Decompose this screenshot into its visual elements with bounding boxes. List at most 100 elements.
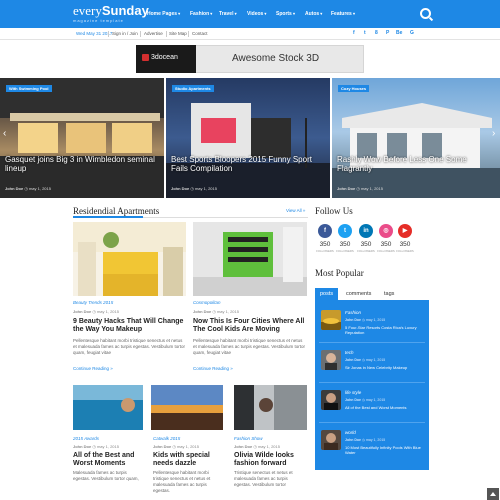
divider bbox=[319, 422, 425, 423]
site-map-link[interactable]: Site Map bbox=[169, 31, 187, 36]
youtube-follow-icon[interactable]: ▶ bbox=[398, 224, 412, 238]
linkedin-follow-icon[interactable]: in bbox=[359, 224, 373, 238]
post-image[interactable] bbox=[73, 385, 143, 430]
post-excerpt: Pellentesque habitant morbi tristique se… bbox=[73, 338, 186, 355]
slider-item-1[interactable] bbox=[0, 78, 164, 198]
google-icon[interactable]: G bbox=[410, 30, 414, 36]
popular-post-category[interactable]: Fashion bbox=[345, 310, 361, 315]
current-date: Wed May 31 2017 bbox=[76, 31, 113, 36]
3docean-logo-icon bbox=[142, 54, 149, 61]
slide-title[interactable]: Best Sports Bloopers 2015 Funny Sport Fa… bbox=[171, 155, 321, 173]
tab-posts[interactable]: posts bbox=[315, 288, 339, 300]
popular-post-category[interactable]: tech bbox=[345, 350, 354, 355]
ad-brand-name: 3docean bbox=[151, 54, 178, 61]
post-title[interactable]: Kids with special needs dazzle bbox=[153, 452, 228, 468]
slide-tag[interactable]: With Swimming Pool bbox=[6, 85, 52, 92]
continue-reading-link[interactable]: Continue Reading » bbox=[73, 366, 113, 371]
post-excerpt: Malesuada fames ac turpis egestas. Vesti… bbox=[73, 470, 139, 481]
popular-post-image[interactable] bbox=[321, 430, 341, 450]
divider bbox=[140, 31, 141, 37]
pinterest-icon[interactable]: P bbox=[386, 30, 389, 36]
post-category[interactable]: Cosmopolitan bbox=[193, 300, 221, 305]
nav-autos[interactable]: Autos bbox=[305, 11, 322, 17]
google-plus-icon[interactable]: 8 bbox=[375, 30, 378, 36]
follower-label: FOLLOWERS bbox=[396, 249, 414, 253]
section-title: Residendial Apartments bbox=[73, 206, 160, 216]
follower-label: FOLLOWERS bbox=[377, 249, 395, 253]
section-divider-accent bbox=[73, 216, 143, 218]
post-meta: John Doe ◷ may 1, 2015 bbox=[73, 444, 119, 449]
nav-home-pages[interactable]: Home Pages bbox=[147, 11, 180, 17]
twitter-icon[interactable]: t bbox=[364, 30, 366, 36]
post-image[interactable] bbox=[151, 385, 223, 430]
post-meta: John Doe ◷ may 1, 2015 bbox=[73, 309, 119, 314]
slider-item-3[interactable] bbox=[332, 78, 500, 198]
popular-post-category[interactable]: world bbox=[345, 430, 356, 435]
sign-in-link[interactable]: Sign in / Join bbox=[112, 31, 138, 36]
behance-icon[interactable]: Be bbox=[396, 30, 402, 36]
site-tagline: magazine template bbox=[73, 18, 124, 23]
slide-tag[interactable]: Cozy Houses bbox=[338, 85, 370, 92]
search-icon[interactable] bbox=[420, 8, 431, 19]
continue-reading-link[interactable]: Continue Reading » bbox=[193, 366, 233, 371]
scroll-to-top-icon[interactable] bbox=[487, 488, 499, 500]
slider-item-2[interactable] bbox=[166, 78, 330, 198]
nav-fashion[interactable]: Fashion bbox=[190, 11, 212, 17]
slider-prev-arrow-icon[interactable]: ‹ bbox=[3, 128, 6, 139]
post-title[interactable]: All of the Best and Worst Moments bbox=[73, 452, 148, 468]
tab-comments[interactable]: comments bbox=[341, 288, 376, 300]
nav-travel[interactable]: Travel bbox=[219, 11, 237, 17]
post-category[interactable]: Fashion Show bbox=[234, 436, 263, 441]
popular-post-meta: John Doe ◷ may 1, 2015 bbox=[345, 318, 386, 322]
popular-post-image[interactable] bbox=[321, 310, 341, 330]
follower-count: 350 bbox=[339, 241, 351, 248]
post-category[interactable]: 2015 Awards bbox=[73, 436, 99, 441]
contact-link[interactable]: Contact bbox=[192, 31, 208, 36]
slide-meta: John Doe ◷ may 1, 2015 bbox=[337, 186, 383, 191]
nav-videos[interactable]: Videos bbox=[247, 11, 266, 17]
divider bbox=[166, 31, 167, 37]
post-meta: John Doe ◷ may 1, 2015 bbox=[193, 309, 239, 314]
site-logo[interactable]: everySunday bbox=[73, 4, 149, 17]
pool-house-image bbox=[0, 78, 164, 198]
popular-post-meta: John Doe ◷ may 1, 2015 bbox=[345, 358, 386, 362]
ad-banner-text: Awesome Stock 3D bbox=[232, 53, 320, 64]
popular-post-title[interactable]: All of the Best and Worst Moments bbox=[345, 405, 425, 410]
slide-title[interactable]: Gasquet joins Big 3 in Wimbledon seminal… bbox=[5, 155, 155, 173]
follower-count: 350 bbox=[360, 241, 372, 248]
post-image[interactable] bbox=[73, 222, 186, 296]
follower-label: FOLLOWERS bbox=[316, 249, 334, 253]
facebook-follow-icon[interactable]: f bbox=[318, 224, 332, 238]
advertise-link[interactable]: Advertise bbox=[144, 31, 163, 36]
slide-tag[interactable]: Studio Apartments bbox=[172, 85, 214, 92]
slide-title[interactable]: Rashly Wow Before Less One Some Flagrant… bbox=[337, 155, 487, 173]
post-meta: John Doe ◷ may 1, 2015 bbox=[153, 444, 199, 449]
dribbble-follow-icon[interactable]: ◎ bbox=[379, 224, 393, 238]
popular-post-category[interactable]: life style bbox=[345, 390, 361, 395]
popular-post-image[interactable] bbox=[321, 390, 341, 410]
follower-count: 350 bbox=[380, 241, 392, 248]
facebook-icon[interactable]: f bbox=[353, 30, 355, 36]
post-image[interactable] bbox=[193, 222, 307, 296]
nav-sports[interactable]: Sports bbox=[276, 11, 295, 17]
nav-features[interactable]: Features bbox=[331, 11, 355, 17]
popular-post-title[interactable]: 5 Four-Star Resorts Costa Rica's Luxury … bbox=[345, 325, 425, 335]
popular-post-title[interactable]: 10 Most Beautifully Infinity Pools With … bbox=[345, 445, 425, 455]
view-all-link[interactable]: View All » bbox=[286, 208, 305, 213]
follow-us-title: Follow Us bbox=[315, 206, 353, 216]
post-category[interactable]: Catwalk 2015 bbox=[153, 436, 180, 441]
twitter-follow-icon[interactable]: t bbox=[338, 224, 352, 238]
post-title[interactable]: 9 Beauty Hacks That Will Change the Way … bbox=[73, 318, 188, 334]
post-excerpt: Tristique senectus et netus et malesuada… bbox=[234, 470, 293, 487]
post-image[interactable] bbox=[234, 385, 307, 430]
slider-next-arrow-icon[interactable]: › bbox=[492, 128, 495, 139]
popular-post-image[interactable] bbox=[321, 350, 341, 370]
divider bbox=[108, 31, 109, 37]
popular-post-title[interactable]: Sir Jonas in New Celebrity Makeup bbox=[345, 365, 425, 370]
post-title[interactable]: Now This Is Four Cities Where All The Co… bbox=[193, 318, 308, 334]
cozy-house-image bbox=[332, 103, 500, 198]
post-category[interactable]: Beauty Trends 2015 bbox=[73, 300, 113, 305]
post-title[interactable]: Olivia Wilde looks fashion forward bbox=[234, 452, 309, 468]
divider bbox=[319, 382, 425, 383]
tab-tags[interactable]: tags bbox=[379, 288, 399, 300]
